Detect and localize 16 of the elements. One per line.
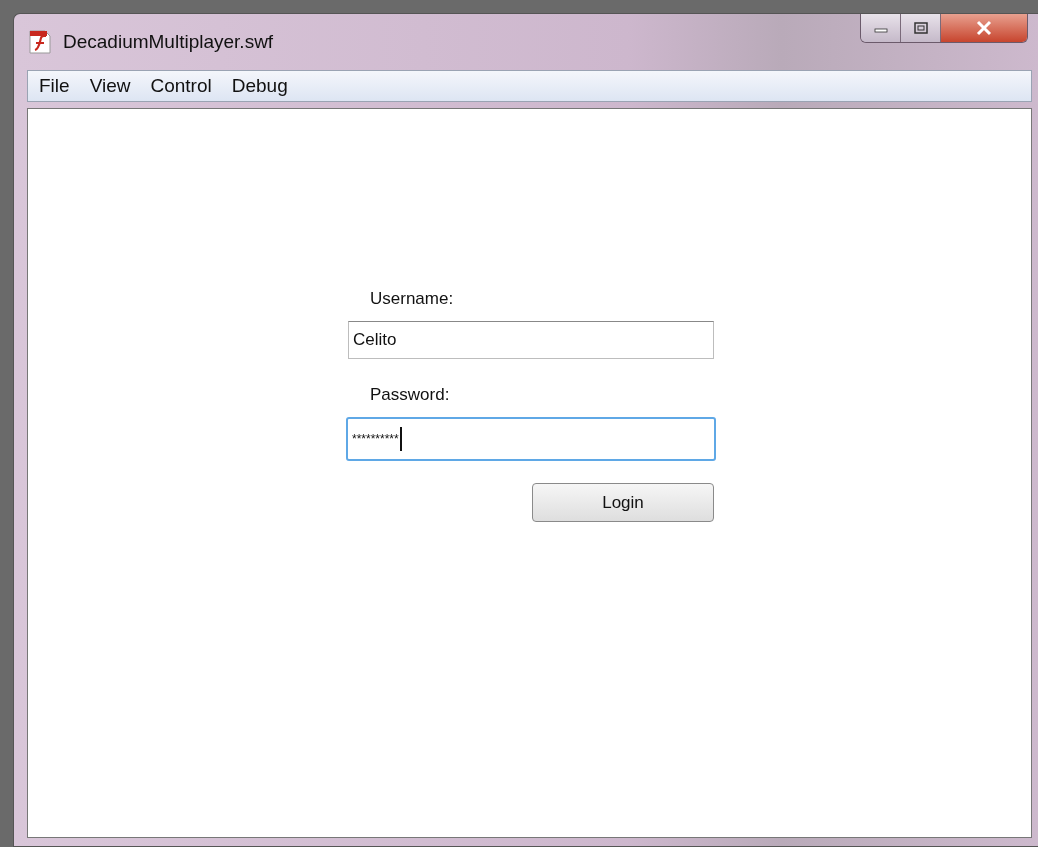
minimize-button[interactable] bbox=[861, 14, 901, 42]
input-field[interactable]: ********** bbox=[346, 417, 716, 461]
field-label: Password: bbox=[370, 385, 451, 405]
menu-item[interactable]: File bbox=[32, 75, 83, 97]
close-icon bbox=[975, 20, 993, 36]
close-button[interactable] bbox=[941, 14, 1027, 42]
input-field[interactable]: Celito bbox=[348, 321, 714, 359]
restore-icon bbox=[912, 21, 929, 35]
window-title: DecadiumMultiplayer.swf bbox=[63, 31, 274, 53]
menu-item[interactable]: Control bbox=[143, 75, 225, 97]
login-button[interactable]: Login bbox=[532, 483, 714, 522]
maximize-button[interactable] bbox=[901, 14, 941, 42]
menu-item[interactable]: View bbox=[82, 75, 144, 97]
menu-item[interactable]: Debug bbox=[224, 75, 301, 97]
field-label: Username: bbox=[370, 289, 455, 309]
document-icon bbox=[27, 29, 53, 55]
